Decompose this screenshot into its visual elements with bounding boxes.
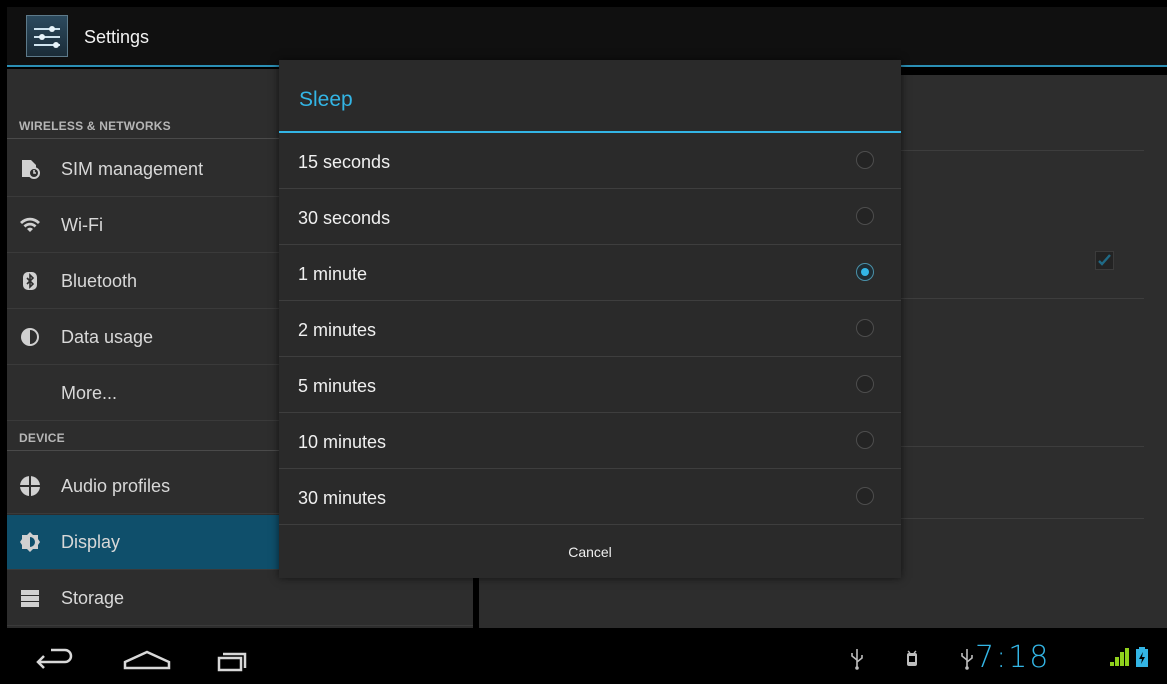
divider — [900, 298, 1144, 299]
home-button[interactable] — [117, 640, 177, 678]
audio-profiles-icon — [19, 475, 41, 497]
dialog-title: Sleep — [299, 88, 353, 111]
sim-icon — [19, 158, 41, 180]
sleep-option-30-minutes[interactable]: 30 minutes — [279, 470, 901, 525]
option-label: 5 minutes — [298, 376, 377, 396]
option-label: 2 minutes — [298, 320, 377, 340]
radio-button[interactable] — [856, 487, 874, 505]
action-bar: Settings — [7, 7, 1167, 67]
cancel-button[interactable]: Cancel — [279, 524, 901, 579]
sleep-option-30-seconds[interactable]: 30 seconds — [279, 190, 901, 245]
sidebar-item-label: Wi-Fi — [61, 215, 103, 235]
radio-button[interactable] — [856, 431, 874, 449]
setting-checkbox[interactable] — [1095, 251, 1114, 270]
divider — [900, 446, 1144, 447]
usb-icon — [960, 648, 974, 675]
divider — [900, 518, 1144, 519]
sleep-option-10-minutes[interactable]: 10 minutes — [279, 414, 901, 469]
option-label: 10 minutes — [298, 432, 387, 452]
radio-button[interactable] — [856, 319, 874, 337]
option-label: 30 seconds — [298, 208, 391, 228]
sidebar-item-label: Bluetooth — [61, 271, 138, 291]
bluetooth-icon — [19, 270, 41, 292]
sidebar-item-label: Display — [61, 532, 121, 552]
sleep-option-1-minute[interactable]: 1 minute — [279, 246, 901, 301]
system-bar: 7:18 — [7, 634, 1167, 684]
check-icon — [1098, 254, 1111, 266]
app-title: Settings — [84, 27, 150, 47]
sidebar-item-label: Data usage — [61, 327, 154, 347]
option-label: 1 minute — [298, 264, 368, 284]
settings-sliders-icon[interactable] — [26, 15, 68, 57]
divider — [900, 150, 1144, 151]
usb-icon — [850, 648, 864, 675]
radio-button[interactable] — [856, 151, 874, 169]
sleep-option-5-minutes[interactable]: 5 minutes — [279, 358, 901, 413]
sleep-option-2-minutes[interactable]: 2 minutes — [279, 302, 901, 357]
dialog-title-divider — [279, 131, 901, 133]
signal-icon — [1108, 646, 1130, 673]
recent-apps-button[interactable] — [205, 640, 265, 678]
radio-button[interactable] — [856, 207, 874, 225]
battery-charging-icon — [1134, 646, 1150, 673]
back-button[interactable] — [25, 640, 85, 678]
sidebar-item-label: Audio profiles — [61, 476, 171, 496]
data-usage-icon — [19, 326, 41, 348]
clock[interactable]: 7:18 — [975, 640, 1050, 675]
home-icon — [123, 650, 171, 670]
storage-icon — [19, 587, 41, 609]
wifi-icon — [19, 214, 41, 236]
option-label: 30 minutes — [298, 488, 387, 508]
sidebar-item-label: Storage — [61, 588, 125, 608]
radio-button-selected[interactable] — [856, 263, 874, 281]
sleep-option-15-seconds[interactable]: 15 seconds — [279, 134, 901, 189]
display-icon — [19, 531, 41, 553]
recent-apps-icon — [217, 652, 247, 672]
back-icon — [36, 648, 73, 669]
radio-button[interactable] — [856, 375, 874, 393]
sleep-dialog: Sleep 15 seconds 30 seconds 1 minute 2 m… — [279, 60, 901, 578]
sidebar-item-label: More... — [61, 383, 118, 403]
sidebar-item-label: SIM management — [61, 159, 204, 179]
option-label: 15 seconds — [298, 152, 391, 172]
sidebar-item-storage[interactable]: Storage — [7, 571, 473, 626]
android-debug-icon — [904, 648, 920, 675]
